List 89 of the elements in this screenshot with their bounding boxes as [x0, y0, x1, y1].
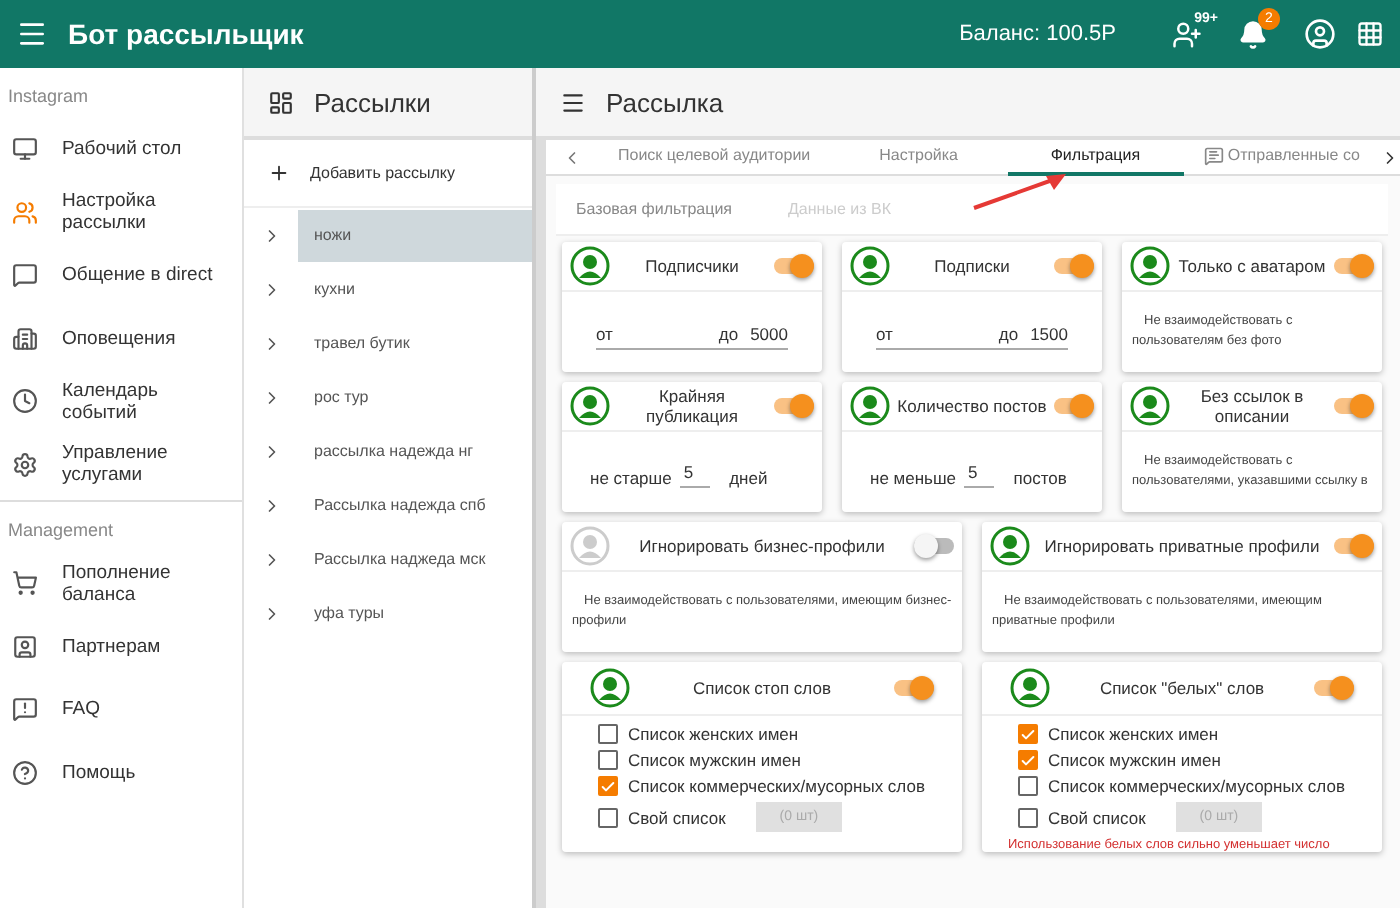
toggle-switch[interactable] [774, 258, 814, 274]
checkbox-label: Список женских имен [1048, 724, 1219, 744]
value-field[interactable]: 5 [679, 462, 710, 488]
account-icon[interactable] [1304, 18, 1336, 50]
balance-text: Баланс: 100.5Р [959, 22, 1116, 46]
condition-label: не старше [590, 468, 672, 488]
app-title: Бот рассыльщик [68, 18, 306, 50]
notifications-icon[interactable] [1238, 19, 1268, 49]
checkbox[interactable] [1018, 724, 1038, 744]
from-label: от [876, 324, 895, 344]
checkbox-label: Список мужскин имен [1048, 750, 1221, 770]
mailing-item[interactable]: Рассылка надежда спб [298, 479, 532, 531]
checkbox-label: Свой список [628, 807, 726, 827]
checkbox-label: Список женских имен [628, 724, 799, 744]
checkbox-label: Список коммерческих/мусорных слов [1048, 776, 1345, 796]
filter-title: Игнорировать бизнес-профили [637, 536, 887, 556]
section-label: Instagram [6, 84, 91, 110]
checkbox[interactable] [1018, 776, 1038, 796]
nav-item[interactable]: Оповещения [0, 307, 242, 370]
mailing-item[interactable]: Рассылка наджеда мск [298, 533, 532, 585]
pane-title: Рассылки [314, 87, 431, 117]
checkbox-label: Список мужскин имен [628, 750, 801, 770]
apps-icon[interactable] [1356, 20, 1384, 48]
filter-title: Игнорировать приватные профили [1042, 536, 1322, 556]
checkbox[interactable] [598, 724, 618, 744]
menu-icon[interactable] [16, 18, 48, 50]
section-label: Management [6, 518, 116, 544]
tab[interactable]: Отправленные со [1183, 139, 1381, 175]
to-value[interactable]: 5000 [750, 324, 788, 344]
filter-title: Количество постов [896, 396, 1048, 416]
unit-label: дней [729, 468, 768, 488]
toggle-switch[interactable] [1334, 258, 1374, 274]
checkbox[interactable] [1018, 750, 1038, 770]
toggle-switch[interactable] [1334, 538, 1374, 554]
checkbox[interactable] [598, 776, 618, 796]
checkbox[interactable] [598, 807, 618, 827]
nav-item[interactable]: Помощь [0, 741, 242, 804]
toggle-switch[interactable] [1054, 258, 1094, 274]
filter-title: Подписки [932, 256, 1012, 276]
toggle-switch[interactable] [1054, 398, 1094, 414]
mailing-item[interactable]: травел бутик [298, 317, 532, 369]
subtab[interactable]: Базовая фильтрация [576, 200, 733, 218]
mailing-item[interactable]: уфа туры [298, 587, 532, 639]
toggle-switch[interactable] [1314, 680, 1354, 696]
checkbox-label: Список коммерческих/мусорных слов [628, 776, 925, 796]
annotation-arrow [970, 168, 1070, 212]
mailing-item[interactable]: рос тур [298, 371, 532, 423]
nav-item[interactable]: Календарь событий [0, 370, 242, 433]
nav-item[interactable]: Общение в direct [0, 244, 242, 307]
toggle-switch[interactable] [914, 538, 954, 554]
checkbox[interactable] [598, 750, 618, 770]
toggle-switch[interactable] [1334, 398, 1374, 414]
mailing-item[interactable]: кухни [298, 263, 532, 315]
unit-label: постов [1013, 468, 1067, 488]
add-mailing-button[interactable]: Добавить рассылку [244, 140, 532, 208]
menu-icon[interactable] [560, 89, 586, 115]
to-label: до [998, 324, 1019, 344]
message-icon [1203, 145, 1224, 165]
filter-title: Крайняя публикация [644, 386, 740, 426]
plus-icon [268, 162, 290, 184]
nav-item[interactable]: Пополнение баланса [0, 552, 242, 615]
toggle-switch[interactable] [774, 398, 814, 414]
nav-item[interactable]: FAQ [0, 678, 242, 741]
nav-item[interactable]: Управление услугами [0, 433, 242, 496]
nav-item[interactable]: Партнерам [0, 615, 242, 678]
pane-title: Рассылка [606, 87, 724, 117]
to-label: до [718, 324, 739, 344]
filter-title: Только с аватаром [1176, 256, 1328, 276]
filter-title: Список стоп слов [691, 678, 833, 698]
tab[interactable]: Поиск целевой аудитории [598, 139, 831, 175]
condition-label: не меньше [870, 468, 957, 488]
avatar-icon [590, 668, 630, 708]
mailing-item[interactable]: рассылка надежда нг [298, 425, 532, 477]
value-field[interactable]: 5 [964, 462, 994, 488]
checkbox-label: Свой список [1048, 807, 1146, 827]
filter-title: Список "белых" слов [1097, 678, 1267, 698]
tab[interactable]: Настройка [830, 139, 1008, 175]
nav-item[interactable]: Настройка рассылки [0, 181, 242, 244]
checkbox[interactable] [1018, 807, 1038, 827]
from-label: от [596, 324, 615, 344]
mailing-item[interactable]: ножи [298, 209, 532, 261]
add-user-icon[interactable] [1172, 19, 1202, 49]
filter-title: Подписчики [643, 256, 741, 276]
nav-item[interactable]: Рабочий стол [0, 118, 242, 181]
filter-title: Без ссылок в описании [1198, 386, 1306, 426]
avatar-icon [1010, 668, 1050, 708]
dashboard-icon [268, 89, 294, 115]
to-value[interactable]: 1500 [1030, 324, 1068, 344]
toggle-switch[interactable] [894, 680, 934, 696]
